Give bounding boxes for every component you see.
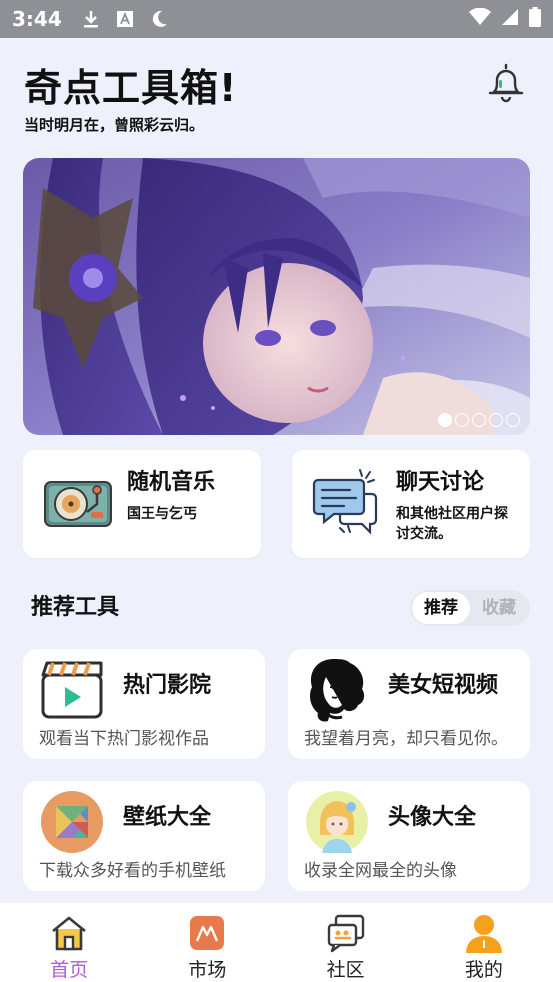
- carousel-dot[interactable]: [506, 413, 520, 427]
- tab-home[interactable]: 首页: [0, 903, 138, 982]
- feature-title: 聊天讨论: [396, 470, 485, 495]
- page-title: 奇点工具箱!: [24, 66, 238, 110]
- tool-description: 下载众多好看的手机壁纸: [39, 861, 226, 881]
- notification-bell-icon[interactable]: [485, 62, 527, 104]
- chat-bubbles-icon: [310, 466, 384, 540]
- market-icon: [187, 913, 227, 953]
- tool-card-avatars[interactable]: 头像大全 收录全网最全的头像: [288, 781, 530, 891]
- status-time: 3:44: [12, 7, 62, 31]
- tab-label: 社区: [326, 959, 365, 981]
- download-icon: [80, 8, 102, 30]
- tab-profile[interactable]: 我的: [415, 903, 553, 982]
- tools-filter-toggle[interactable]: 推荐 收藏: [410, 590, 530, 626]
- feature-subtitle: 和其他社区用户探讨交流。: [396, 506, 508, 542]
- carousel-dot[interactable]: [438, 413, 452, 427]
- feature-title: 随机音乐: [127, 470, 216, 495]
- tool-name: 热门影院: [123, 673, 212, 698]
- carousel-dot[interactable]: [472, 413, 486, 427]
- signal-icon: [501, 8, 519, 30]
- tool-name: 头像大全: [388, 805, 477, 830]
- tab-community[interactable]: 社区: [277, 903, 415, 982]
- feature-subtitle: 国王与乞丐: [127, 506, 197, 522]
- banner-image: [23, 158, 530, 435]
- home-icon: [49, 913, 89, 953]
- tools-section-header: 推荐工具 推荐 收藏: [31, 590, 530, 626]
- carousel-dot[interactable]: [489, 413, 503, 427]
- status-bar: 3:44: [0, 0, 553, 38]
- tool-name: 壁纸大全: [123, 805, 212, 830]
- wifi-icon: [469, 7, 491, 30]
- battery-icon: [529, 7, 541, 31]
- tool-name: 美女短视频: [388, 673, 499, 698]
- tangram-icon: [39, 789, 105, 855]
- tab-label: 我的: [464, 959, 503, 981]
- tab-label: 市场: [188, 959, 227, 981]
- tool-description: 观看当下热门影视作品: [39, 729, 209, 749]
- tab-label: 首页: [50, 959, 89, 981]
- tab-market[interactable]: 市场: [138, 903, 276, 982]
- toggle-recommended[interactable]: 推荐: [412, 592, 470, 624]
- moon-icon: [148, 8, 170, 30]
- tool-card-short-videos[interactable]: 美女短视频 我望着月亮，却只看见你。: [288, 649, 530, 759]
- page-header: 奇点工具箱! 当时明月在，曾照彩云归。: [24, 62, 529, 142]
- font-a-icon: [114, 8, 136, 30]
- woman-silhouette-icon: [304, 657, 370, 723]
- avatar-girl-icon: [304, 789, 370, 855]
- toggle-favorites[interactable]: 收藏: [470, 592, 528, 624]
- clapperboard-icon: [39, 657, 105, 723]
- carousel-indicators: [438, 413, 520, 427]
- page-subtitle: 当时明月在，曾照彩云归。: [24, 116, 205, 134]
- community-icon: [326, 913, 366, 953]
- tool-card-wallpapers[interactable]: 壁纸大全 下载众多好看的手机壁纸: [23, 781, 265, 891]
- feature-card-random-music[interactable]: 随机音乐 国王与乞丐: [23, 450, 261, 558]
- carousel-dot[interactable]: [455, 413, 469, 427]
- tool-description: 收录全网最全的头像: [304, 861, 457, 881]
- bottom-tab-bar: 首页 市场 社区 我的: [0, 903, 553, 982]
- feature-card-chat[interactable]: 聊天讨论 和其他社区用户探讨交流。: [292, 450, 530, 558]
- banner-carousel[interactable]: [23, 158, 530, 435]
- tool-card-cinema[interactable]: 热门影院 观看当下热门影视作品: [23, 649, 265, 759]
- record-player-icon: [41, 466, 115, 540]
- tool-description: 我望着月亮，却只看见你。: [304, 729, 508, 749]
- profile-icon: [464, 913, 504, 953]
